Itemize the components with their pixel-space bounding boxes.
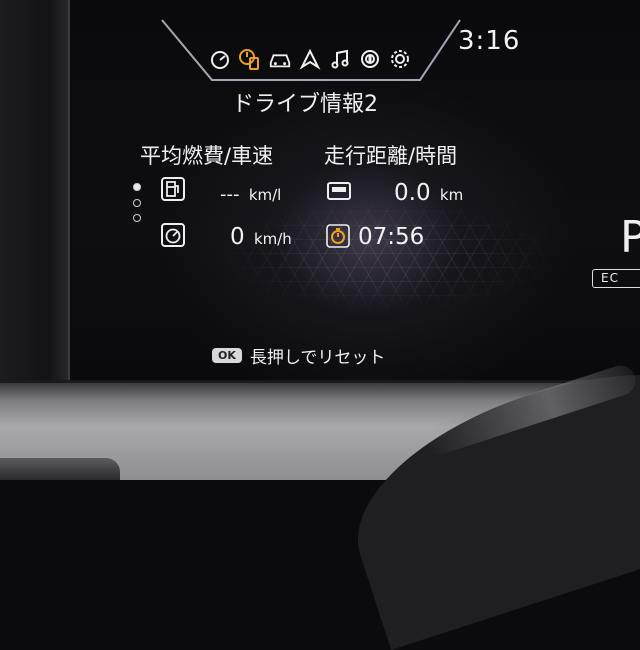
- reset-hint-text: 長押しでリセット: [249, 348, 386, 368]
- drive-time-value: 07:56: [358, 224, 425, 250]
- header-distance-time: 走行距離/時間: [324, 144, 458, 168]
- header-fuel-speed: 平均燃費/車速: [140, 144, 274, 168]
- background-pattern: [222, 200, 552, 310]
- speed-gauge-icon: [160, 222, 186, 252]
- menu-icon-row: [208, 47, 412, 71]
- distance-value: 0.0 km: [394, 180, 463, 206]
- fuel-economy-unit: km/l: [248, 186, 282, 204]
- avg-speed-unit: km/h: [253, 230, 292, 248]
- distance-number: 0.0: [394, 180, 431, 206]
- fuel-economy-number: ---: [220, 184, 240, 205]
- settings-icon[interactable]: [388, 47, 412, 71]
- screen-bezel: [0, 0, 70, 385]
- distance-unit: km: [439, 186, 464, 204]
- fuel-pump-icon: [160, 176, 186, 206]
- instrument-display: 3:16 ドライブ情報2 平均燃費/車速 走行距離/時間 --- km/l 0 …: [72, 0, 640, 385]
- reset-hint: OK 長押しでリセット: [212, 343, 385, 368]
- page-dot-2: [133, 199, 141, 207]
- speedometer-icon[interactable]: [208, 47, 232, 71]
- clock: 3:16: [458, 26, 521, 56]
- music-icon[interactable]: [328, 47, 352, 71]
- control-stalk: [0, 458, 120, 480]
- page-dot-3: [133, 214, 141, 222]
- ok-button-badge[interactable]: OK: [212, 348, 242, 363]
- navigation-icon[interactable]: [298, 47, 322, 71]
- avg-speed-value: 0 km/h: [230, 224, 292, 250]
- page-dot-1: [133, 183, 141, 191]
- page-title: ドライブ情報2: [232, 92, 378, 117]
- fuel-timer-icon[interactable]: [238, 47, 262, 71]
- stopwatch-icon: [326, 224, 350, 252]
- eco-mode-badge: EC: [592, 269, 640, 288]
- car-icon[interactable]: [268, 47, 292, 71]
- gear-indicator: P: [620, 212, 640, 263]
- avg-speed-number: 0: [230, 224, 245, 250]
- assist-icon[interactable]: [358, 47, 382, 71]
- odometer-icon: [326, 180, 352, 206]
- fuel-economy-value: --- km/l: [220, 180, 281, 206]
